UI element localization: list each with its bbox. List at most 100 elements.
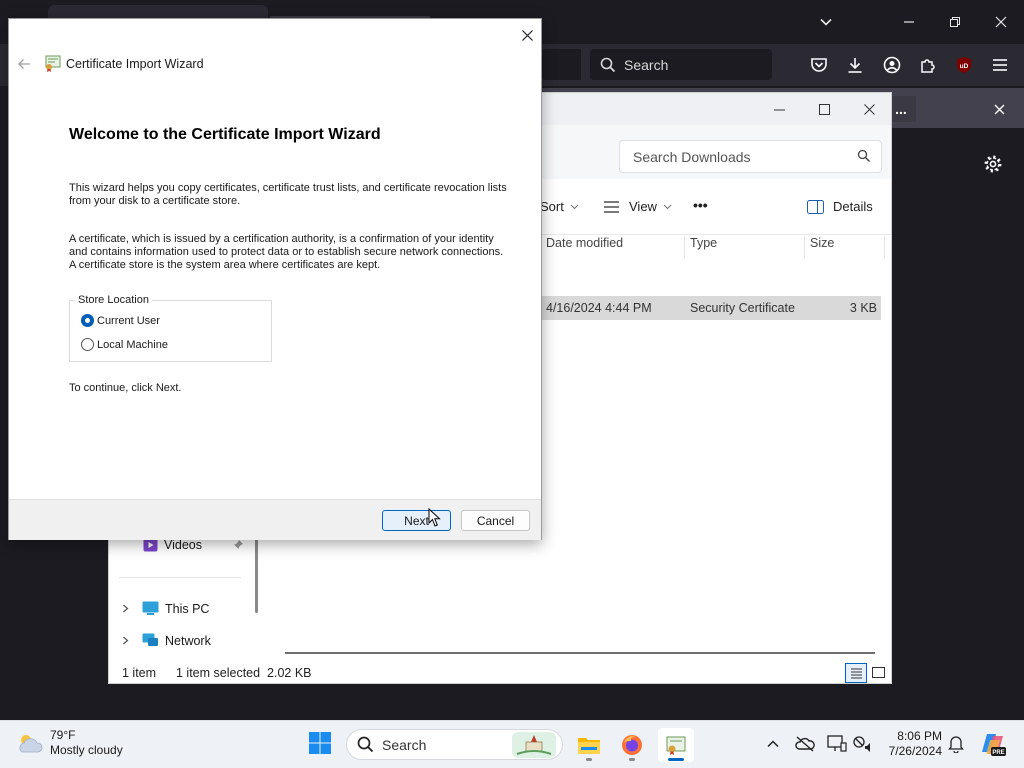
explorer-maximize-button[interactable] bbox=[810, 97, 838, 121]
system-clock[interactable]: 8:06 PM 7/26/2024 bbox=[878, 729, 942, 759]
firefox-icon bbox=[622, 735, 642, 755]
sidebar-item-videos[interactable]: Videos bbox=[143, 538, 202, 552]
weather-temperature: 79°F bbox=[50, 728, 76, 742]
view-button[interactable]: View bbox=[603, 199, 672, 214]
details-pane-button[interactable]: Details bbox=[807, 199, 873, 214]
column-separator bbox=[684, 236, 685, 258]
browser-close-button[interactable] bbox=[989, 10, 1013, 34]
chevron-right-icon bbox=[123, 636, 129, 645]
browser-restore-button[interactable] bbox=[943, 10, 967, 34]
settings-gear-icon bbox=[984, 155, 1002, 173]
column-type[interactable]: Type bbox=[690, 236, 717, 250]
network-icon bbox=[142, 633, 158, 646]
display-tray-button[interactable] bbox=[826, 733, 848, 755]
downloads-button[interactable] bbox=[842, 52, 868, 78]
account-button[interactable] bbox=[879, 52, 905, 78]
pocket-icon bbox=[811, 58, 827, 72]
copilot-button[interactable]: PRE bbox=[979, 730, 1007, 758]
radio-local-machine[interactable]: Local Machine bbox=[81, 338, 168, 351]
browser-minimize-button[interactable] bbox=[897, 10, 921, 34]
taskbar-file-explorer[interactable] bbox=[571, 728, 607, 762]
sidebar-item-network[interactable]: Network bbox=[121, 633, 211, 648]
weather-condition: Mostly cloudy bbox=[50, 743, 123, 757]
wizard-intro-text: This wizard helps you copy certificates,… bbox=[69, 182, 507, 207]
ublock-badge-text: uD bbox=[960, 63, 969, 70]
ublock-icon: uD bbox=[957, 57, 971, 73]
file-size: 3 KB bbox=[849, 301, 877, 315]
copilot-badge: PRE bbox=[992, 750, 1004, 756]
show-hidden-icons-button[interactable] bbox=[762, 733, 784, 755]
notification-close-button[interactable] bbox=[988, 98, 1010, 120]
back-arrow-icon bbox=[18, 59, 30, 69]
pocket-button[interactable] bbox=[806, 52, 832, 78]
running-indicator bbox=[586, 758, 592, 761]
explorer-close-button[interactable] bbox=[855, 97, 883, 121]
taskbar-certificate-app[interactable] bbox=[658, 728, 694, 762]
sort-button[interactable]: Sort bbox=[540, 199, 579, 214]
network-volume-icon bbox=[853, 736, 870, 752]
cancel-button[interactable]: Cancel bbox=[461, 510, 530, 531]
sidebar-item-this-pc[interactable]: This PC bbox=[121, 601, 209, 616]
sidebar-item-label: Network bbox=[165, 633, 211, 648]
table-row[interactable]: 4/16/2024 4:44 PM Security Certificate 3… bbox=[541, 296, 881, 320]
app-menu-button[interactable] bbox=[987, 52, 1013, 78]
radio-unchecked-icon bbox=[81, 338, 94, 351]
see-more-button[interactable]: ••• bbox=[693, 197, 708, 213]
view-label: View bbox=[629, 199, 657, 214]
search-downloads-input[interactable]: Search Downloads bbox=[619, 140, 882, 173]
restore-icon bbox=[950, 17, 960, 27]
browser-search-bar[interactable]: Search bbox=[590, 49, 772, 80]
clock-time: 8:06 PM bbox=[897, 729, 942, 743]
column-date-modified[interactable]: Date modified bbox=[546, 236, 623, 250]
column-separator bbox=[884, 236, 885, 258]
weather-cloud-icon bbox=[19, 735, 43, 753]
start-button[interactable] bbox=[308, 731, 332, 755]
ublock-button[interactable]: uD bbox=[951, 52, 977, 78]
weather-widget[interactable]: 79°F Mostly cloudy bbox=[16, 728, 123, 758]
search-icon bbox=[857, 149, 870, 162]
extensions-icon bbox=[921, 59, 935, 73]
search-downloads-placeholder: Search Downloads bbox=[633, 148, 751, 165]
radio-label: Current User bbox=[97, 314, 160, 327]
certificate-app-icon bbox=[666, 736, 686, 755]
search-highlight-icon bbox=[512, 732, 556, 758]
settings-button[interactable] bbox=[981, 152, 1005, 176]
wizard-heading: Welcome to the Certificate Import Wizard bbox=[69, 126, 381, 143]
account-icon bbox=[883, 56, 901, 74]
close-icon bbox=[863, 103, 875, 115]
browser-content-area bbox=[891, 128, 1024, 720]
certificate-import-wizard: Certificate Import Wizard Welcome to the… bbox=[8, 18, 542, 540]
onedrive-offline-icon bbox=[795, 736, 815, 752]
notifications-button[interactable] bbox=[945, 733, 967, 755]
onedrive-tray-button[interactable] bbox=[794, 733, 816, 755]
minimize-icon bbox=[904, 21, 914, 23]
url-bar[interactable] bbox=[541, 49, 581, 80]
wizard-close-button[interactable] bbox=[515, 23, 539, 47]
tiles-view-icon bbox=[871, 667, 885, 678]
horizontal-scrollbar[interactable] bbox=[285, 652, 875, 654]
column-size[interactable]: Size bbox=[810, 236, 834, 250]
wizard-back-button[interactable] bbox=[13, 53, 35, 75]
list-all-tabs-button[interactable] bbox=[814, 10, 838, 34]
store-location-group bbox=[69, 300, 272, 362]
search-icon bbox=[600, 57, 616, 72]
running-indicator bbox=[629, 758, 635, 761]
taskbar-search-placeholder: Search bbox=[382, 736, 427, 753]
menu-icon bbox=[993, 59, 1007, 71]
wizard-title: Certificate Import Wizard bbox=[66, 57, 204, 71]
taskbar-search-box[interactable]: Search bbox=[346, 729, 563, 760]
radio-current-user[interactable]: Current User bbox=[81, 314, 160, 327]
explorer-minimize-button[interactable] bbox=[765, 97, 793, 121]
tiles-view-button[interactable] bbox=[867, 663, 889, 683]
network-volume-tray-button[interactable] bbox=[852, 733, 874, 755]
taskbar-firefox[interactable] bbox=[614, 728, 650, 762]
chevron-up-icon bbox=[767, 740, 779, 748]
clock-date: 7/26/2024 bbox=[888, 744, 942, 758]
wizard-description-text: A certificate, which is issued by a cert… bbox=[69, 233, 504, 271]
notification-bell-icon bbox=[948, 736, 964, 753]
sort-label: Sort bbox=[540, 199, 564, 214]
close-icon bbox=[994, 104, 1004, 114]
extensions-button[interactable] bbox=[915, 52, 941, 78]
mouse-cursor-icon bbox=[428, 507, 442, 528]
details-view-button[interactable] bbox=[845, 663, 867, 683]
